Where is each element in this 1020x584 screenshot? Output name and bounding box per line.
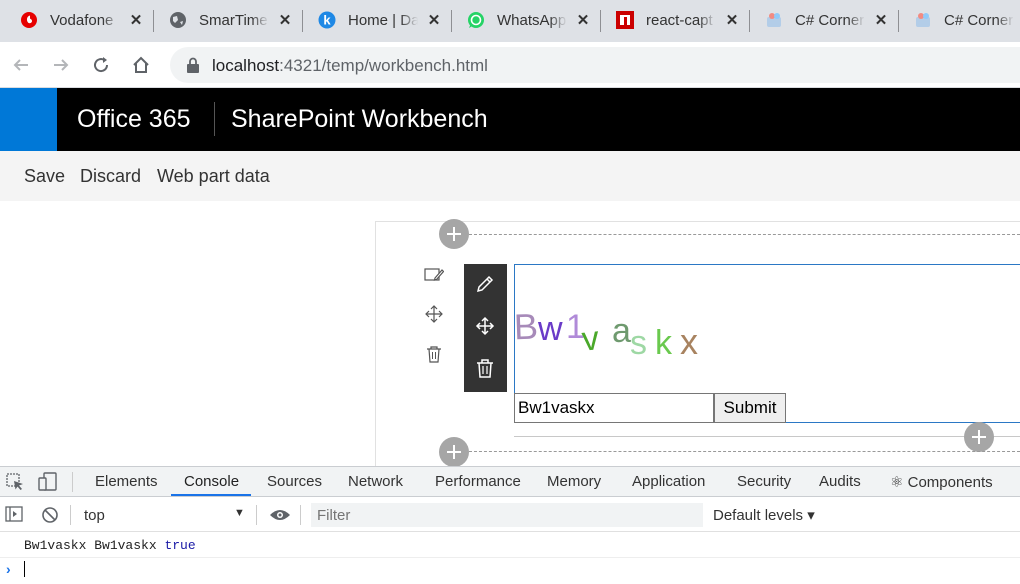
captcha-input[interactable] [514, 393, 714, 423]
tab-components[interactable]: ⚛ Components [890, 473, 993, 491]
filter-input[interactable] [311, 503, 703, 527]
tab-sources[interactable]: Sources [267, 473, 322, 490]
tab-audits[interactable]: Audits [819, 473, 861, 490]
add-webpart-plus-icon[interactable] [964, 422, 994, 452]
add-section-plus-icon[interactable] [439, 437, 469, 467]
tab-console[interactable]: Console [184, 473, 239, 490]
inspect-element-icon[interactable] [6, 473, 24, 496]
whatsapp-icon [467, 11, 485, 29]
app-title: SharePoint Workbench [231, 105, 488, 133]
lock-icon [186, 57, 200, 78]
tab-memory[interactable]: Memory [547, 473, 601, 490]
console-prompt-icon: › [6, 561, 11, 577]
log-levels-dropdown[interactable]: Default levels ▾ [713, 506, 815, 524]
tab-application[interactable]: Application [632, 473, 705, 490]
svg-text:k: k [323, 13, 331, 28]
browser-tab-strip: Vodafone ✕ SmarTime ✕ k Home | Da ✕ What… [0, 0, 1020, 42]
captcha-char: v [580, 319, 601, 359]
browser-tab[interactable]: k Home | Da ✕ [304, 4, 452, 36]
console-log-line: Bw1vaskx Bw1vaskx true [24, 538, 196, 553]
add-section-plus-icon[interactable] [439, 219, 469, 249]
devtools-tab-bar: Elements Console Sources Network Perform… [0, 467, 1020, 497]
browser-tab[interactable]: SmarTime ✕ [155, 4, 303, 36]
k-app-icon: k [318, 11, 336, 29]
close-icon[interactable]: ✕ [724, 11, 740, 29]
vodafone-icon [20, 11, 38, 29]
web-part-data-button[interactable]: Web part data [157, 166, 270, 187]
home-icon[interactable] [128, 52, 154, 78]
address-bar: localhost:4321/temp/workbench.html [0, 42, 1020, 88]
suite-bar: Office 365 SharePoint Workbench [0, 88, 1020, 151]
submit-button[interactable]: Submit [714, 393, 786, 423]
device-toolbar-icon[interactable] [38, 472, 58, 497]
captcha-char: x [680, 321, 698, 362]
browser-tab[interactable]: C# Corner [900, 4, 1020, 36]
move-section-icon[interactable] [424, 304, 444, 324]
captcha-char: k [655, 324, 672, 362]
console-toolbar: top ▼ Default levels ▾ [0, 498, 1020, 532]
browser-tab[interactable]: Vodafone ✕ [6, 4, 154, 36]
captcha-char: w [538, 310, 563, 348]
delete-icon[interactable] [475, 358, 495, 378]
edit-section-icon[interactable] [424, 265, 444, 285]
browser-tab[interactable]: C# Corner ✕ [751, 4, 899, 36]
close-icon[interactable]: ✕ [575, 11, 591, 29]
forward-arrow-icon[interactable] [48, 52, 74, 78]
save-button[interactable]: Save [24, 166, 65, 187]
tab-network[interactable]: Network [348, 473, 403, 490]
csharp-corner-icon [914, 11, 932, 29]
console-input[interactable] [24, 561, 25, 577]
csharp-corner-icon [765, 11, 783, 29]
delete-section-icon[interactable] [424, 344, 444, 364]
live-expression-eye-icon[interactable] [269, 508, 291, 527]
browser-tab[interactable]: WhatsApp ✕ [453, 4, 601, 36]
brand-title[interactable]: Office 365 [77, 105, 191, 134]
captcha-char: B [513, 305, 539, 348]
webpart-toolbar [464, 264, 507, 392]
tab-performance[interactable]: Performance [435, 473, 521, 490]
captcha-image: B w 1 v a s k x [513, 302, 734, 372]
context-selector[interactable]: top [84, 507, 105, 524]
back-arrow-icon[interactable] [8, 52, 34, 78]
captcha-char: s [630, 324, 647, 362]
clear-console-icon[interactable] [41, 506, 59, 529]
tab-security[interactable]: Security [737, 473, 791, 490]
url-field[interactable]: localhost:4321/temp/workbench.html [170, 47, 1020, 83]
app-launcher-button[interactable] [0, 88, 57, 151]
devtools-panel: Elements Console Sources Network Perform… [0, 466, 1020, 584]
globe-icon [169, 11, 187, 29]
close-icon[interactable]: ✕ [128, 11, 144, 29]
npm-icon [616, 11, 634, 29]
reload-icon[interactable] [88, 52, 114, 78]
show-sidebar-icon[interactable] [5, 506, 23, 527]
captcha-char: a [612, 312, 631, 350]
url-text: localhost:4321/temp/workbench.html [212, 56, 488, 75]
edit-pencil-icon[interactable] [475, 274, 495, 294]
close-icon[interactable]: ✕ [277, 11, 293, 29]
discard-button[interactable]: Discard [80, 166, 141, 187]
close-icon[interactable]: ✕ [873, 11, 889, 29]
tab-elements[interactable]: Elements [95, 473, 158, 490]
browser-tab[interactable]: react-capt ✕ [602, 4, 750, 36]
close-icon[interactable]: ✕ [426, 11, 442, 29]
command-bar: Save Discard Web part data [0, 151, 1020, 201]
chevron-down-icon[interactable]: ▼ [234, 507, 245, 519]
move-icon[interactable] [475, 316, 495, 336]
